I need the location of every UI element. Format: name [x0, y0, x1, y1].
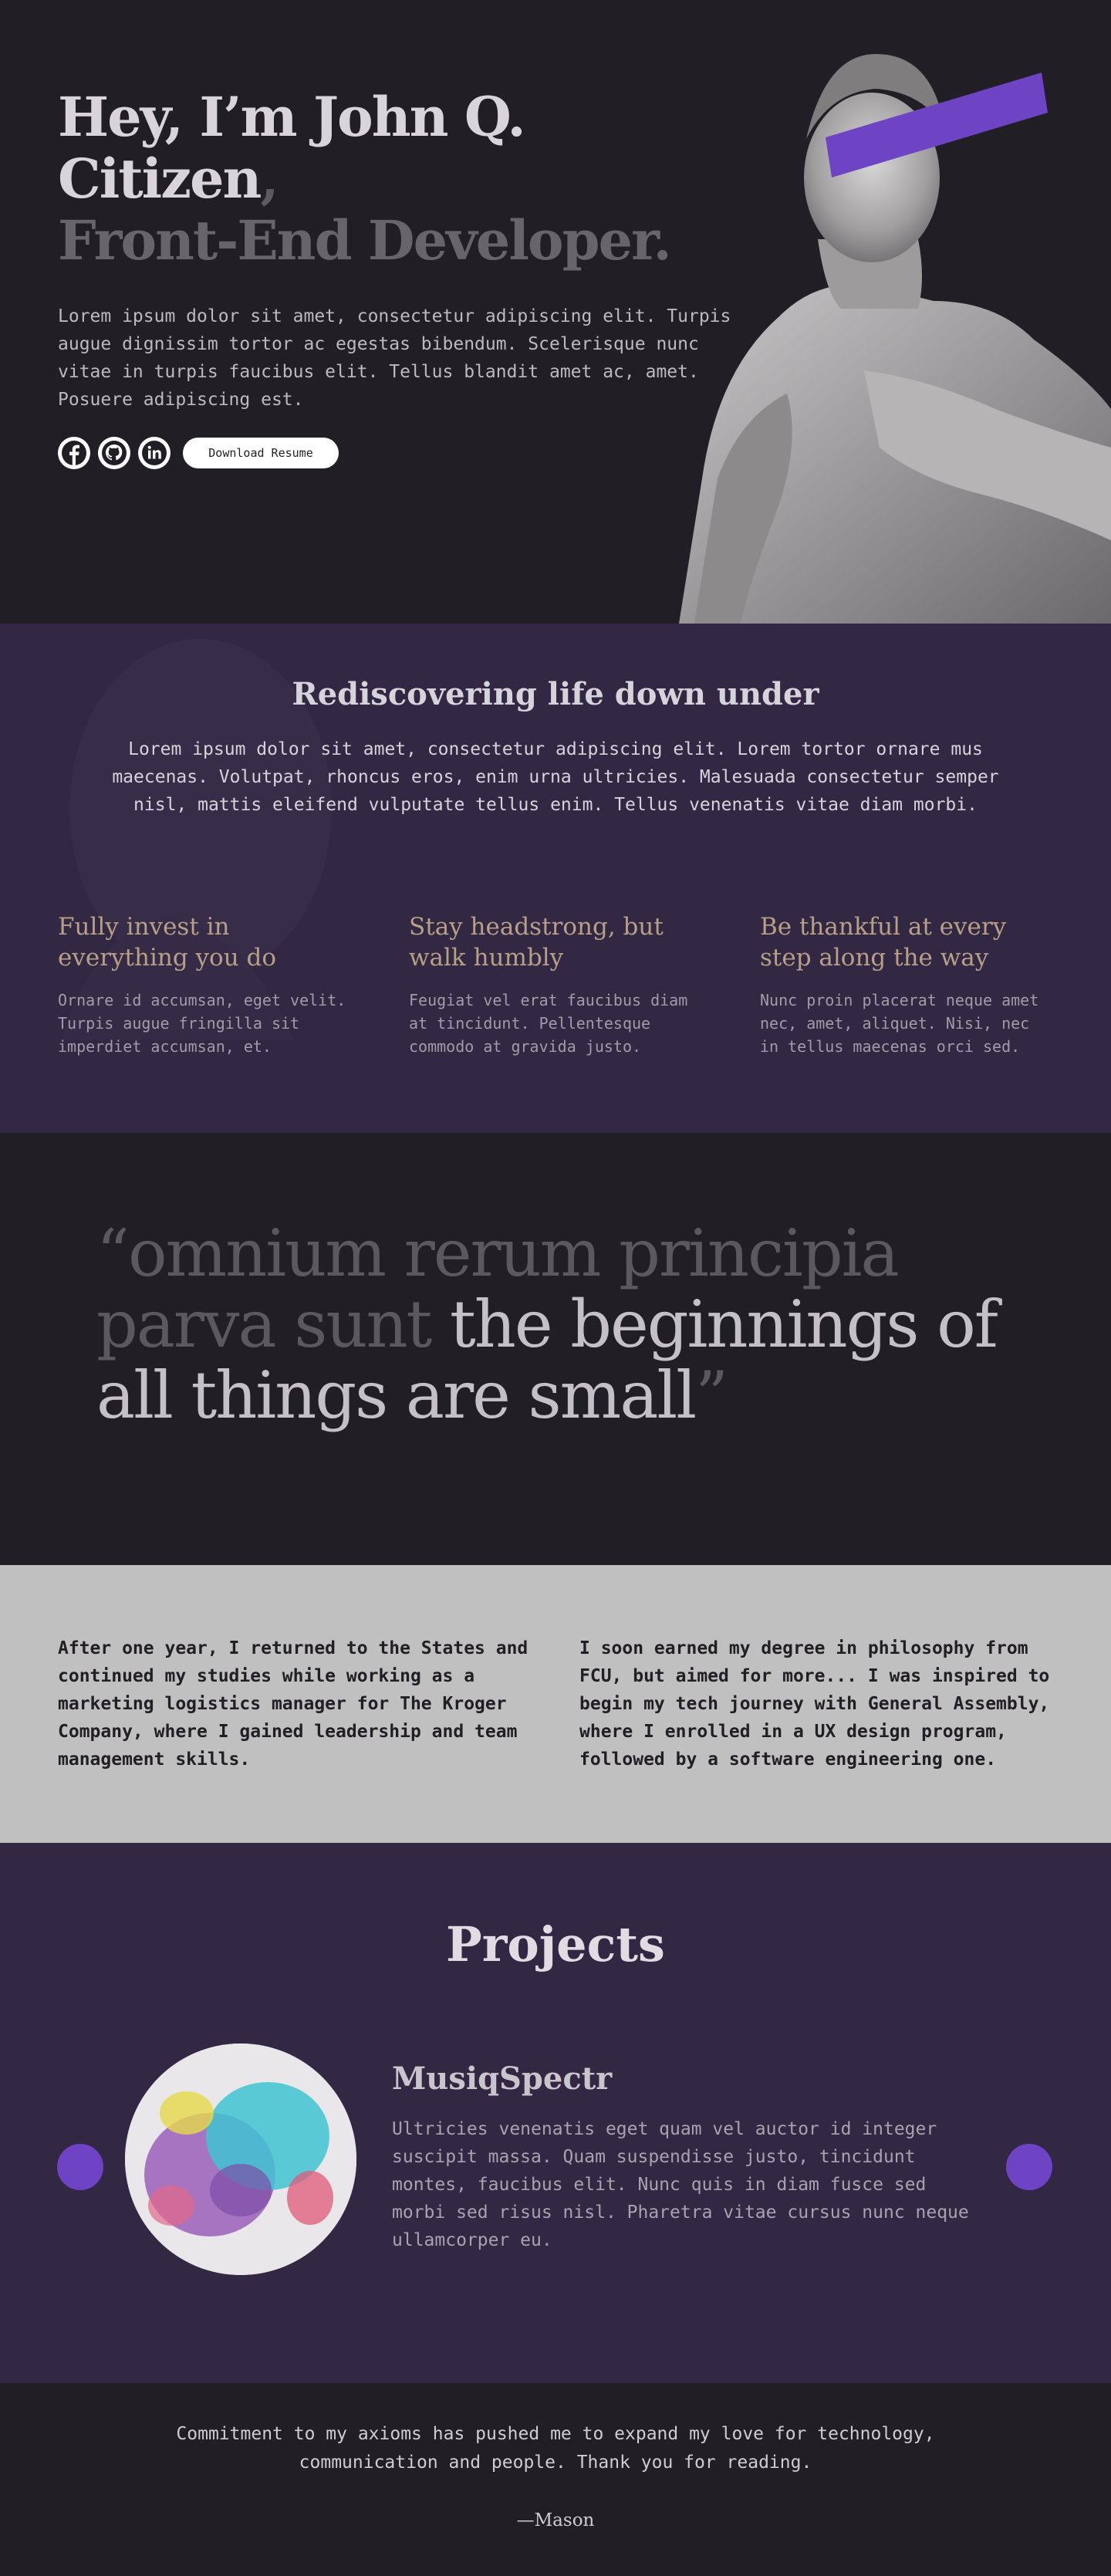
download-resume-button[interactable]: Download Resume [183, 438, 339, 468]
quote-close-mark: ” [695, 1357, 728, 1433]
value-item: Stay headstrong, but walk humbly Feugiat… [409, 911, 698, 1058]
github-icon [99, 438, 130, 468]
hero-title-name: Hey, I’m John Q. Citizen [58, 85, 526, 211]
hero-title-role: Front-End Developer. [58, 208, 672, 272]
value-item: Fully invest in everything you do Ornare… [58, 911, 347, 1058]
hero-title: Hey, I’m John Q. Citizen, Front-End Deve… [58, 86, 737, 272]
about-section: Rediscovering life down under Lorem ipsu… [0, 624, 1111, 1133]
github-link[interactable] [98, 437, 130, 469]
about-lead: Lorem ipsum dolor sit amet, consectetur … [112, 739, 999, 815]
facebook-link[interactable] [58, 437, 90, 469]
project-description: Ultricies venenatis eget quam vel auctor… [392, 2119, 969, 2250]
carousel-prev-button[interactable] [57, 2144, 103, 2190]
story-section: After one year, I returned to the States… [0, 1565, 1111, 1843]
project-info: MusiqSpectr Ultricies venenatis eget qua… [392, 2060, 978, 2254]
quote-section: “omnium rerum principia parva sunt the b… [0, 1133, 1111, 1565]
footer: Commitment to my axioms has pushed me to… [0, 2383, 1111, 2576]
hero-description: Lorem ipsum dolor sit amet, consectetur … [58, 306, 731, 410]
quote-text: “omnium rerum principia parva sunt the b… [96, 1218, 1030, 1431]
story-right: I soon earned my degree in philosophy fr… [579, 1638, 1050, 1770]
footer-signature: —Mason [516, 2510, 595, 2530]
linkedin-link[interactable] [138, 437, 171, 469]
value-body: Ornare id accumsan, eget velit. Turpis a… [58, 991, 346, 1056]
quote-open-mark: “ [96, 1215, 130, 1291]
paint-splash-image [125, 2044, 356, 2275]
project-image [125, 2044, 356, 2275]
footer-message: Commitment to my axioms has pushed me to… [176, 2424, 935, 2473]
projects-section: Projects MusiqSpectr Ultricies venenatis… [0, 1843, 1111, 2383]
hero-section: Hey, I’m John Q. Citizen, Front-End Deve… [0, 0, 1111, 624]
projects-title: Projects [446, 1916, 665, 1973]
carousel-next-button[interactable] [1006, 2144, 1052, 2190]
hero-title-comma: , [260, 147, 279, 211]
value-title: Fully invest in everything you do [58, 913, 277, 972]
value-body: Feugiat vel erat faucibus diam at tincid… [409, 991, 688, 1056]
values-list: Fully invest in everything you do Ornare… [0, 911, 1111, 1058]
linkedin-icon [139, 438, 170, 468]
project-name: MusiqSpectr [392, 2060, 613, 2097]
value-title: Stay headstrong, but walk humbly [409, 913, 664, 972]
value-body: Nunc proin placerat neque amet nec, amet… [760, 991, 1039, 1056]
hero-content: Hey, I’m John Q. Citizen, Front-End Deve… [58, 86, 737, 469]
facebook-icon [59, 438, 89, 468]
caesar-statue-image [679, 54, 1111, 624]
about-title: Rediscovering life down under [292, 676, 819, 712]
hero-actions: Download Resume [58, 437, 737, 469]
value-title: Be thankful at every step along the way [760, 913, 1007, 972]
value-item: Be thankful at every step along the way … [760, 911, 1049, 1058]
story-left: After one year, I returned to the States… [58, 1638, 528, 1770]
